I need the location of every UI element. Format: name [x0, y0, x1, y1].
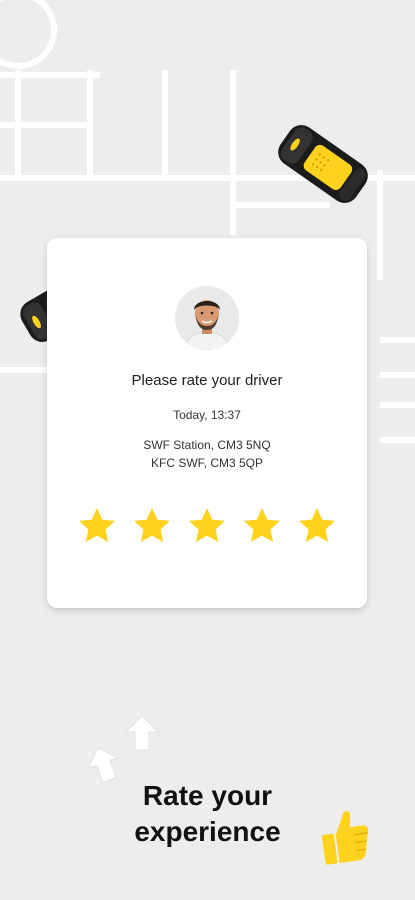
trip-time: Today, 13:37 [173, 408, 241, 422]
headline-line-1: Rate your [142, 780, 273, 811]
arrow-up-icon [124, 715, 160, 751]
screen: Please rate your driver Today, 13:37 SWF… [0, 0, 415, 900]
pickup-address: SWF Station, CM3 5NQ [143, 438, 271, 452]
thumbs-up-icon [321, 811, 369, 865]
headline-line-2: experience [134, 816, 281, 847]
rating-card: Please rate your driver Today, 13:37 SWF… [47, 238, 367, 608]
star-icon[interactable] [132, 506, 172, 546]
avatar [175, 286, 239, 350]
star-rating[interactable] [77, 506, 337, 546]
dropoff-address: KFC SWF, CM3 5QP [150, 456, 263, 470]
car-icon [278, 125, 368, 203]
rate-driver-title: Please rate your driver [131, 372, 283, 389]
star-icon[interactable] [77, 506, 117, 546]
star-icon[interactable] [297, 506, 337, 546]
star-icon[interactable] [187, 506, 227, 546]
driver-photo [175, 286, 239, 350]
star-icon[interactable] [242, 506, 282, 546]
